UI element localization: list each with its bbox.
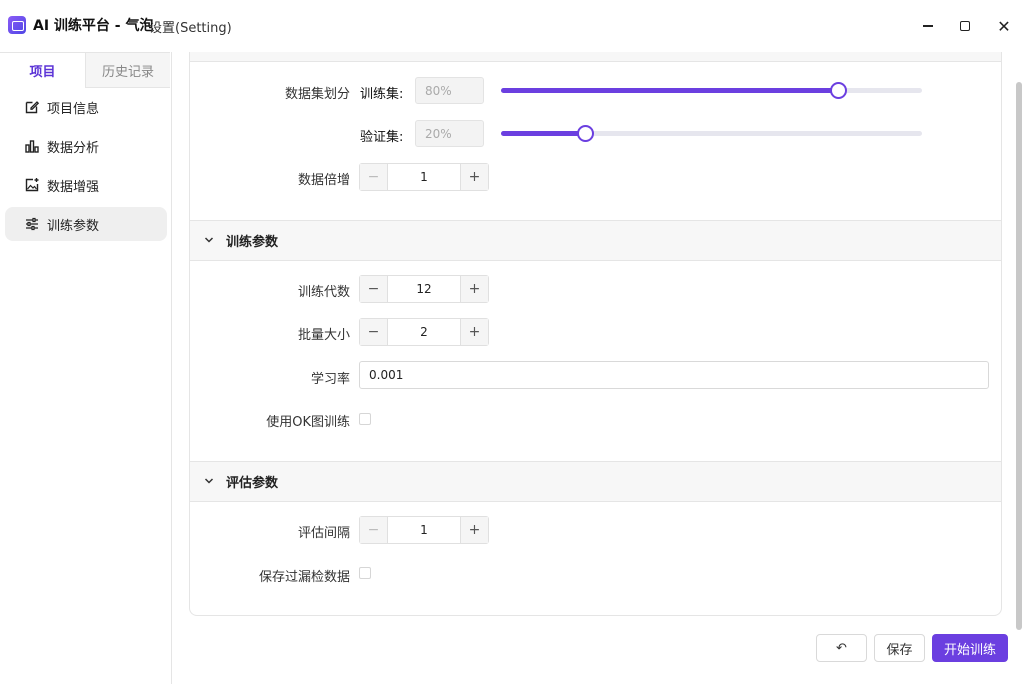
sidebar-item-training-params[interactable]: 训练参数	[5, 207, 167, 241]
use-ok-images-label: 使用OK图训练	[266, 415, 350, 430]
decrement-button[interactable]: −	[360, 164, 388, 190]
section-header-collapsed	[190, 52, 1001, 62]
batch-size-value[interactable]: 2	[388, 319, 460, 345]
sidebar-item-data-analysis[interactable]: 数据分析	[5, 129, 167, 163]
minimize-button[interactable]	[914, 12, 942, 40]
decrement-button[interactable]: −	[360, 319, 388, 345]
sidebar-item-label: 训练参数	[47, 218, 100, 234]
maximize-icon	[960, 21, 970, 31]
save-button[interactable]: 保存	[874, 634, 925, 662]
data-multiply-value[interactable]: 1	[388, 164, 460, 190]
eval-params-header[interactable]: 评估参数	[190, 461, 1001, 502]
increment-button[interactable]: +	[460, 517, 488, 543]
app-logo-icon	[8, 16, 26, 34]
sidebar-item-label: 数据增强	[47, 179, 100, 195]
validation-slider-fill	[501, 131, 586, 136]
sidebar-tabs: 项目 历史记录	[0, 52, 172, 88]
reset-button[interactable]: ↶	[816, 634, 867, 662]
eval-interval-value[interactable]: 1	[388, 517, 460, 543]
train-slider-handle[interactable]	[829, 82, 847, 99]
minimize-icon	[923, 25, 933, 27]
maximize-button[interactable]	[951, 12, 979, 40]
settings-panel: 数据集划分 训练集: 80% 验证集: 20% 数据倍增 − 1 + 训练参数 …	[189, 52, 1002, 616]
start-training-button[interactable]: 开始训练	[932, 634, 1008, 662]
bar-chart-icon	[25, 140, 39, 153]
increment-button[interactable]: +	[460, 319, 488, 345]
close-button[interactable]: ✕	[990, 12, 1018, 40]
validation-set-label: 验证集:	[360, 130, 404, 145]
title-bar: AI 训练平台 - 气泡 设置(Setting) ✕	[0, 0, 1024, 52]
app-title: AI 训练平台 - 气泡	[33, 18, 154, 34]
data-multiply-stepper: − 1 +	[359, 163, 489, 191]
sidebar-item-label: 数据分析	[47, 140, 100, 156]
batch-size-label: 批量大小	[297, 328, 350, 343]
eval-interval-label: 评估间隔	[297, 526, 350, 541]
decrement-button[interactable]: −	[360, 276, 388, 302]
eval-interval-stepper: − 1 +	[359, 516, 489, 544]
close-icon: ✕	[997, 16, 1011, 36]
section-title: 评估参数	[226, 476, 279, 491]
dataset-split-label: 数据集划分	[284, 87, 350, 102]
sidebar-item-label: 项目信息	[47, 101, 100, 117]
save-missed-data-checkbox[interactable]	[359, 567, 371, 579]
decrement-button[interactable]: −	[360, 517, 388, 543]
scrollbar[interactable]	[1016, 82, 1022, 630]
sliders-icon	[26, 217, 38, 231]
epochs-stepper: − 12 +	[359, 275, 489, 303]
image-plus-icon	[25, 178, 39, 192]
train-set-label: 训练集:	[360, 87, 404, 102]
epochs-value[interactable]: 12	[388, 276, 460, 302]
section-title: 训练参数	[226, 235, 279, 250]
train-slider[interactable]	[501, 82, 922, 99]
train-slider-fill	[501, 88, 838, 93]
undo-icon: ↶	[836, 640, 847, 656]
sidebar-item-project-info[interactable]: 项目信息	[5, 90, 167, 124]
sidebar-item-data-augmentation[interactable]: 数据增强	[5, 168, 167, 202]
epochs-label: 训练代数	[297, 285, 350, 300]
chevron-down-icon	[204, 237, 214, 243]
tab-history[interactable]: 历史记录	[86, 52, 170, 88]
use-ok-images-checkbox[interactable]	[359, 413, 371, 425]
learning-rate-label: 学习率	[310, 372, 350, 387]
sidebar: 项目 历史记录 项目信息 数据分析 数据增强 训练参数	[0, 52, 172, 684]
batch-size-stepper: − 2 +	[359, 318, 489, 346]
validation-percent-field: 20%	[415, 120, 484, 147]
training-params-header[interactable]: 训练参数	[190, 220, 1001, 261]
window-subtitle: 设置(Setting)	[149, 21, 232, 36]
chevron-down-icon	[204, 478, 214, 484]
save-missed-data-label: 保存过漏检数据	[258, 570, 350, 585]
data-multiply-label: 数据倍增	[297, 173, 350, 188]
tab-project[interactable]: 项目	[0, 52, 86, 88]
validation-slider-handle[interactable]	[577, 125, 595, 142]
train-percent-field: 80%	[415, 77, 484, 104]
learning-rate-input[interactable]: 0.001	[359, 361, 989, 389]
increment-button[interactable]: +	[460, 164, 488, 190]
validation-slider[interactable]	[501, 125, 922, 142]
edit-icon	[25, 101, 40, 114]
increment-button[interactable]: +	[460, 276, 488, 302]
